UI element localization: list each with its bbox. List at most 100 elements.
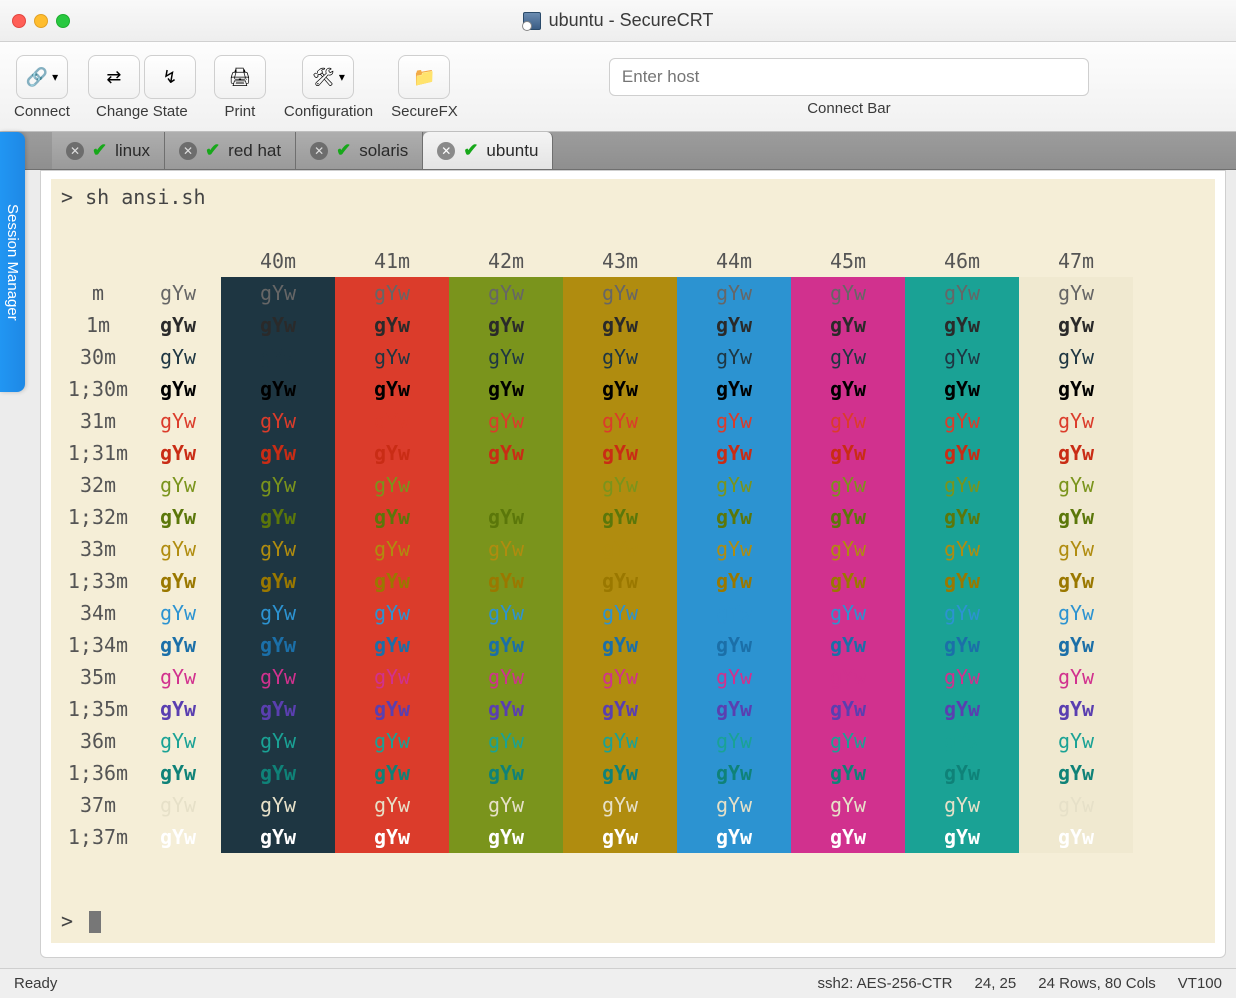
print-group: 🖨 Print	[214, 55, 266, 120]
ansi-cell: gYw	[1019, 533, 1133, 565]
ansi-cell: gYw	[221, 437, 335, 469]
ansi-cell: gYw	[221, 725, 335, 757]
ansi-cell: gYw	[905, 533, 1019, 565]
ansi-cell: gYw	[905, 821, 1019, 853]
ansi-cell: gYw	[677, 309, 791, 341]
ansi-cell: gYw	[221, 565, 335, 597]
tab-red-hat[interactable]: ✕ ✔ red hat	[165, 132, 296, 169]
ansi-cell: gYw	[791, 693, 905, 725]
link-icon: 🔗	[26, 67, 48, 88]
bg-header: 45m	[791, 245, 905, 277]
titlebar: ubuntu - SecureCRT	[0, 0, 1236, 42]
ansi-cell: gYw	[563, 789, 677, 821]
ansi-cell: gYw	[221, 309, 335, 341]
cursor	[89, 911, 101, 933]
fg-row-label: 35m	[61, 661, 145, 693]
change-state-label: Change State	[96, 103, 188, 120]
ansi-cell: gYw	[449, 501, 563, 533]
securefx-button[interactable]: 📁	[398, 55, 450, 99]
chevron-down-icon: ▾	[339, 70, 345, 84]
status-connection: ssh2: AES-256-CTR	[817, 975, 952, 992]
ansi-cell: gYw	[563, 597, 677, 629]
zoom-window-button[interactable]	[56, 14, 70, 28]
ansi-cell: gYw	[449, 757, 563, 789]
reconnect-button[interactable]: ⇄	[88, 55, 140, 99]
ansi-cell: gYw	[677, 341, 791, 373]
check-icon: ✔	[205, 140, 220, 161]
ansi-cell: gYw	[335, 597, 449, 629]
chevron-down-icon: ▾	[52, 70, 58, 84]
connect-bar-group: Connect Bar	[476, 58, 1222, 117]
ansi-cell: gYw	[905, 277, 1019, 309]
transfer-icon: 📁	[413, 67, 435, 88]
ansi-cell: gYw	[677, 533, 791, 565]
close-icon[interactable]: ✕	[179, 142, 197, 160]
connect-button[interactable]: 🔗 ▾	[16, 55, 68, 99]
status-term-type: VT100	[1178, 975, 1222, 992]
close-icon[interactable]: ✕	[437, 142, 455, 160]
disconnect-button[interactable]: ↯	[144, 55, 196, 99]
terminal-wrap: > sh ansi.sh 40m41m42m43m44m45m46m47mmgY…	[40, 170, 1226, 958]
tab-solaris[interactable]: ✕✔solaris	[296, 132, 423, 169]
close-icon[interactable]: ✕	[66, 142, 84, 160]
ansi-cell: gYw	[791, 565, 905, 597]
ansi-cell: gYw	[905, 501, 1019, 533]
ansi-cell: gYw	[449, 725, 563, 757]
ansi-cell: gYw	[335, 757, 449, 789]
prompt-symbol: >	[61, 185, 73, 209]
fg-row-label: 30m	[61, 341, 145, 373]
status-cursor-pos: 24, 25	[975, 975, 1017, 992]
fg-row-label: 1;34m	[61, 629, 145, 661]
fg-row-label: 36m	[61, 725, 145, 757]
unlink-icon: ↯	[162, 67, 177, 88]
ansi-cell: gYw	[677, 725, 791, 757]
ansi-cell: gYw	[449, 789, 563, 821]
terminal[interactable]: > sh ansi.sh 40m41m42m43m44m45m46m47mmgY…	[51, 179, 1215, 943]
connect-group: 🔗 ▾ Connect	[14, 55, 70, 120]
bg-header: 44m	[677, 245, 791, 277]
fg-sample: gYw	[145, 437, 221, 469]
host-input[interactable]	[609, 58, 1089, 96]
ansi-cell: gYw	[563, 533, 677, 565]
tab-ubuntu[interactable]: ✕✔ubuntu	[423, 132, 553, 169]
ansi-cell: gYw	[563, 661, 677, 693]
session-manager-tab[interactable]: Session Manager	[0, 132, 25, 392]
ansi-cell: gYw	[563, 501, 677, 533]
ansi-cell: gYw	[905, 693, 1019, 725]
ansi-cell: gYw	[335, 725, 449, 757]
ansi-cell: gYw	[677, 469, 791, 501]
ansi-cell: gYw	[563, 373, 677, 405]
ansi-cell: gYw	[563, 693, 677, 725]
ansi-cell: gYw	[791, 277, 905, 309]
ansi-cell: gYw	[449, 693, 563, 725]
print-button[interactable]: 🖨	[214, 55, 266, 99]
minimize-window-button[interactable]	[34, 14, 48, 28]
ansi-cell: gYw	[449, 565, 563, 597]
ansi-cell: gYw	[335, 437, 449, 469]
ansi-cell: gYw	[905, 565, 1019, 597]
ansi-cell: gYw	[1019, 661, 1133, 693]
configuration-button[interactable]: 🛠 ▾	[302, 55, 354, 99]
tab-label: red hat	[228, 141, 281, 161]
ansi-cell: gYw	[1019, 405, 1133, 437]
ansi-cell: gYw	[677, 597, 791, 629]
ansi-cell: gYw	[221, 341, 335, 373]
configuration-label: Configuration	[284, 103, 373, 120]
ansi-cell: gYw	[791, 341, 905, 373]
fg-sample: gYw	[145, 533, 221, 565]
check-icon: ✔	[92, 140, 107, 161]
bg-header: 47m	[1019, 245, 1133, 277]
prompt-symbol: >	[61, 909, 73, 933]
ansi-cell: gYw	[221, 629, 335, 661]
fg-sample: gYw	[145, 469, 221, 501]
tab-label: ubuntu	[486, 141, 538, 161]
close-window-button[interactable]	[12, 14, 26, 28]
ansi-cell: gYw	[1019, 757, 1133, 789]
close-icon[interactable]: ✕	[310, 142, 328, 160]
ansi-cell: gYw	[221, 277, 335, 309]
tab-linux[interactable]: ✕✔linux	[52, 132, 165, 169]
ansi-cell: gYw	[1019, 373, 1133, 405]
fg-row-label: 37m	[61, 789, 145, 821]
ansi-cell: gYw	[563, 757, 677, 789]
fg-sample: gYw	[145, 373, 221, 405]
